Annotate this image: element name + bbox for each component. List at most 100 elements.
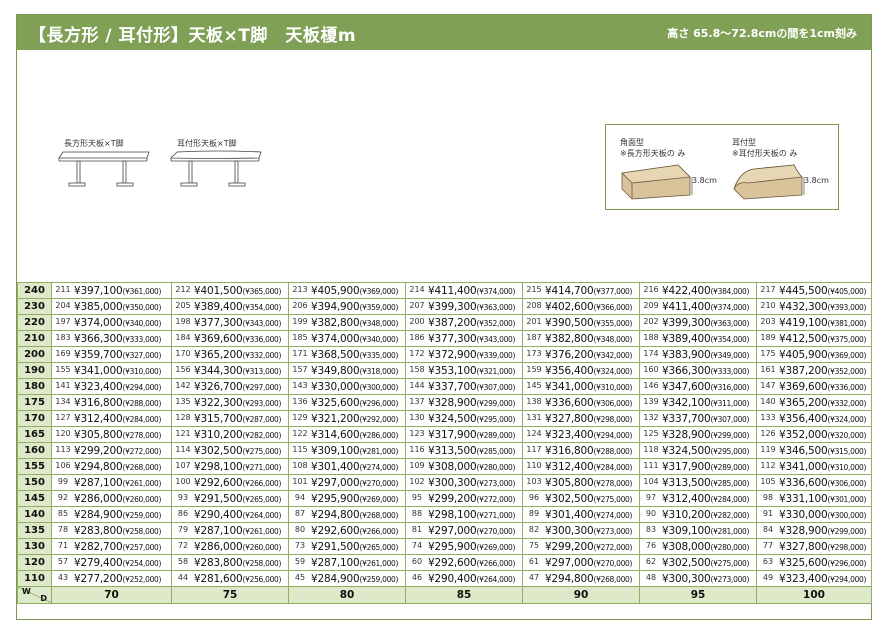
- price-excl-tax: (¥384,000): [710, 286, 750, 296]
- price-excl-tax: (¥272,000): [122, 446, 162, 456]
- width-label: 180: [17, 378, 52, 395]
- price-incl-tax: ¥310,200: [194, 428, 243, 441]
- price-incl-tax: ¥308,000: [662, 540, 711, 553]
- price-excl-tax: (¥321,000): [476, 366, 516, 376]
- table-row: 145 92 ¥286,000(¥260,000) 93 ¥291,500(¥265,0…: [17, 490, 872, 507]
- price-excl-tax: (¥369,000): [359, 286, 399, 296]
- rect-table-caption: 長方形天板×T脚: [64, 139, 124, 148]
- price-incl-tax: ¥299,200: [74, 444, 123, 457]
- price-cell: 118 ¥324,500(¥295,000): [639, 442, 757, 459]
- width-label: 220: [17, 314, 52, 331]
- product-code: 117: [526, 444, 542, 454]
- product-code: 80: [294, 524, 306, 534]
- square-profile-note: ※長方形天板の み: [620, 149, 686, 158]
- product-code: 47: [528, 572, 540, 582]
- price-excl-tax: (¥320,000): [827, 430, 867, 440]
- price-excl-tax: (¥300,000): [827, 510, 867, 520]
- square-edge-icon: [621, 164, 693, 200]
- product-code: 203: [760, 316, 776, 326]
- product-code: 140: [760, 396, 776, 406]
- price-excl-tax: (¥307,000): [476, 382, 516, 392]
- price-cell: 197 ¥374,000(¥340,000): [51, 314, 172, 331]
- price-incl-tax: ¥382,800: [545, 332, 594, 345]
- product-code: 72: [177, 540, 189, 550]
- price-incl-tax: ¥356,400: [545, 364, 594, 377]
- price-excl-tax: (¥294,000): [827, 574, 867, 584]
- product-code: 109: [409, 460, 425, 470]
- price-incl-tax: ¥287,100: [311, 556, 360, 569]
- price-incl-tax: ¥284,900: [74, 508, 123, 521]
- width-label: 150: [17, 474, 52, 491]
- product-code: 147: [760, 380, 776, 390]
- price-incl-tax: ¥336,600: [779, 476, 828, 489]
- price-excl-tax: (¥252,000): [122, 574, 162, 584]
- price-cell: 127 ¥312,400(¥284,000): [51, 410, 172, 427]
- price-excl-tax: (¥354,000): [710, 334, 750, 344]
- price-incl-tax: ¥294,800: [311, 508, 360, 521]
- price-cell: 87 ¥294,800(¥268,000): [288, 506, 406, 523]
- price-cell: 112 ¥341,000(¥310,000): [756, 458, 872, 475]
- price-cell: 91 ¥330,000(¥300,000): [756, 506, 872, 523]
- price-incl-tax: ¥341,000: [779, 460, 828, 473]
- price-excl-tax: (¥359,000): [359, 302, 399, 312]
- price-cell: 129 ¥321,200(¥292,000): [288, 410, 406, 427]
- product-code: 58: [177, 556, 189, 566]
- product-code: 137: [409, 396, 425, 406]
- price-excl-tax: (¥274,000): [359, 462, 399, 472]
- price-cell: 142 ¥326,700(¥297,000): [171, 378, 289, 395]
- price-excl-tax: (¥293,000): [242, 398, 282, 408]
- price-cell: 101 ¥297,000(¥270,000): [288, 474, 406, 491]
- price-incl-tax: ¥299,200: [545, 540, 594, 553]
- price-incl-tax: ¥382,800: [311, 316, 360, 329]
- price-cell: 187 ¥382,800(¥348,000): [522, 330, 640, 347]
- price-incl-tax: ¥399,300: [428, 300, 477, 313]
- price-excl-tax: (¥292,000): [359, 414, 399, 424]
- price-cell: 60 ¥292,600(¥266,000): [405, 554, 523, 571]
- product-code: 96: [528, 492, 540, 502]
- price-cell: 122 ¥314,600(¥286,000): [288, 426, 406, 443]
- price-excl-tax: (¥270,000): [593, 558, 633, 568]
- price-excl-tax: (¥363,000): [476, 302, 516, 312]
- price-cell: 48 ¥300,300(¥273,000): [639, 570, 757, 587]
- product-code: 104: [643, 476, 659, 486]
- price-cell: 210 ¥432,300(¥393,000): [756, 298, 872, 315]
- product-code: 141: [55, 380, 71, 390]
- price-incl-tax: ¥302,500: [662, 556, 711, 569]
- price-excl-tax: (¥261,000): [242, 526, 282, 536]
- price-incl-tax: ¥299,200: [428, 492, 477, 505]
- price-excl-tax: (¥273,000): [593, 526, 633, 536]
- product-code: 119: [760, 444, 776, 454]
- width-label: 175: [17, 394, 52, 411]
- price-cell: 117 ¥316,800(¥288,000): [522, 442, 640, 459]
- price-excl-tax: (¥348,000): [359, 318, 399, 328]
- price-excl-tax: (¥256,000): [242, 574, 282, 584]
- product-code: 214: [409, 284, 425, 294]
- price-incl-tax: ¥309,100: [311, 444, 360, 457]
- price-cell: 81 ¥297,000(¥270,000): [405, 522, 523, 539]
- price-cell: 135 ¥322,300(¥293,000): [171, 394, 289, 411]
- product-code: 99: [57, 476, 69, 486]
- price-excl-tax: (¥264,000): [476, 574, 516, 584]
- product-code: 59: [294, 556, 306, 566]
- table-row: 135 78 ¥283,800(¥258,000) 79 ¥287,100(¥261,0…: [17, 522, 872, 539]
- price-excl-tax: (¥288,000): [593, 446, 633, 456]
- price-excl-tax: (¥332,000): [827, 398, 867, 408]
- product-code: 74: [411, 540, 423, 550]
- page-title: 【長方形 / 耳付形】天板×T脚 天板榎m: [29, 26, 357, 46]
- product-code: 175: [760, 348, 776, 358]
- price-excl-tax: (¥258,000): [242, 558, 282, 568]
- price-incl-tax: ¥383,900: [662, 348, 711, 361]
- price-incl-tax: ¥297,000: [311, 476, 360, 489]
- price-incl-tax: ¥369,600: [779, 380, 828, 393]
- price-excl-tax: (¥257,000): [122, 542, 162, 552]
- product-code: 62: [645, 556, 657, 566]
- table-row: 160 113 ¥299,200(¥272,000) 114 ¥302,500(¥275…: [17, 442, 872, 459]
- product-code: 115: [292, 444, 308, 454]
- price-cell: 76 ¥308,000(¥280,000): [639, 538, 757, 555]
- price-excl-tax: (¥289,000): [476, 430, 516, 440]
- product-code: 90: [645, 508, 657, 518]
- price-excl-tax: (¥299,000): [827, 526, 867, 536]
- depth-label: 75: [171, 586, 289, 604]
- price-excl-tax: (¥287,000): [242, 414, 282, 424]
- price-excl-tax: (¥285,000): [710, 478, 750, 488]
